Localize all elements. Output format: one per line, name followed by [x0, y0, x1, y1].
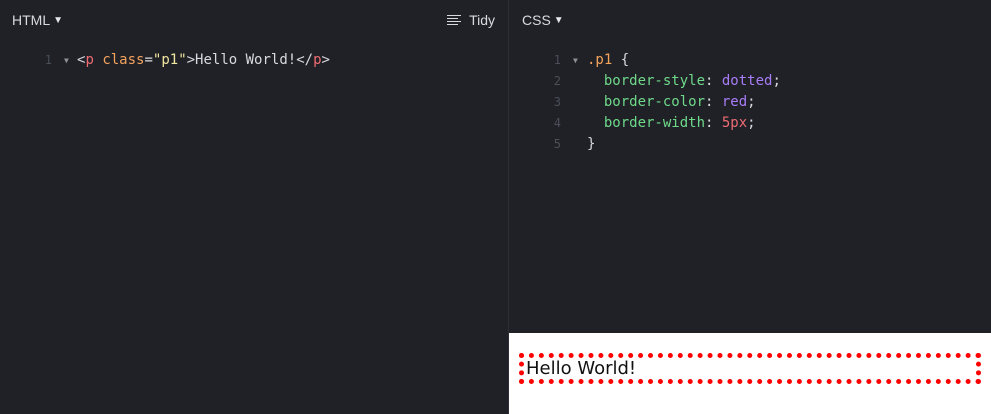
line-number: 3	[553, 95, 561, 109]
code-playground: HTML ▼ Tidy 1 ▼ <p class="p1">Hello World!…	[0, 0, 991, 414]
css-language-dropdown[interactable]: CSS ▼	[522, 12, 564, 28]
code-token: red	[721, 94, 748, 110]
align-lines-icon	[447, 14, 462, 26]
caret-down-icon: ▼	[553, 14, 564, 26]
code-token: "p1"	[152, 52, 187, 68]
html-code-area[interactable]: 1 ▼ <p class="p1">Hello World!</p>	[0, 50, 508, 71]
code-token: >	[321, 52, 330, 68]
code-token: :	[705, 94, 722, 110]
result-preview: Hello World!	[509, 333, 991, 414]
code-token: p	[85, 52, 94, 68]
code-token: ;	[747, 94, 756, 110]
css-language-label: CSS	[522, 12, 551, 28]
code-text: border-color: red;	[587, 92, 756, 113]
code-text: border-style: dotted;	[587, 71, 781, 92]
code-token: ;	[772, 73, 781, 89]
code-line[interactable]: 5}	[509, 134, 991, 155]
code-line[interactable]: 4 border-width: 5px;	[509, 113, 991, 134]
html-language-dropdown[interactable]: HTML ▼	[12, 12, 63, 28]
code-token: border-style	[603, 73, 706, 89]
code-line[interactable]: 1 ▼ .p1 {	[509, 50, 991, 71]
code-token: class	[102, 52, 145, 68]
code-text: border-width: 5px;	[587, 113, 756, 134]
code-text: }	[587, 134, 595, 155]
css-pane-header: CSS ▼	[509, 0, 991, 42]
code-token: dotted	[721, 73, 773, 89]
html-pane-header: HTML ▼ Tidy	[0, 0, 508, 42]
code-token: ;	[747, 115, 756, 131]
code-token: {	[612, 52, 630, 68]
code-token: p	[313, 52, 322, 68]
fold-arrow-icon[interactable]: ▼	[64, 50, 69, 71]
code-text: <p class="p1">Hello World!</p>	[77, 50, 330, 71]
code-token: .p1	[587, 52, 613, 68]
code-token: border-color	[603, 94, 706, 110]
css-editor-pane: CSS ▼ 1 ▼ .p1 {2 border-style: dotted; 3 bo…	[509, 0, 991, 333]
caret-down-icon: ▼	[53, 14, 64, 26]
code-token: 5px	[721, 115, 748, 131]
line-number: 4	[553, 116, 561, 130]
line-number: 5	[553, 137, 561, 151]
fold-arrow-icon[interactable]: ▼	[573, 50, 578, 71]
code-token: =	[144, 52, 153, 68]
css-code-area[interactable]: 1 ▼ .p1 {2 border-style: dotted; 3 border-c…	[509, 50, 991, 155]
code-token: :	[705, 115, 722, 131]
code-token: border-width	[603, 115, 706, 131]
tidy-label: Tidy	[469, 12, 495, 28]
line-number: 1	[44, 53, 52, 67]
line-number: 2	[553, 74, 561, 88]
code-line[interactable]: 2 border-style: dotted;	[509, 71, 991, 92]
code-text: .p1 {	[587, 50, 629, 71]
html-editor-pane: HTML ▼ Tidy 1 ▼ <p class="p1">Hello World!…	[0, 0, 508, 414]
code-token: }	[587, 136, 596, 152]
code-token: >Hello World!</	[186, 52, 314, 68]
tidy-button[interactable]: Tidy	[447, 12, 495, 28]
html-language-label: HTML	[12, 12, 51, 28]
code-line[interactable]: 3 border-color: red;	[509, 92, 991, 113]
code-line[interactable]: 1 ▼ <p class="p1">Hello World!</p>	[0, 50, 508, 71]
code-token: :	[705, 73, 722, 89]
line-number: 1	[553, 53, 561, 67]
preview-paragraph: Hello World!	[519, 353, 981, 384]
